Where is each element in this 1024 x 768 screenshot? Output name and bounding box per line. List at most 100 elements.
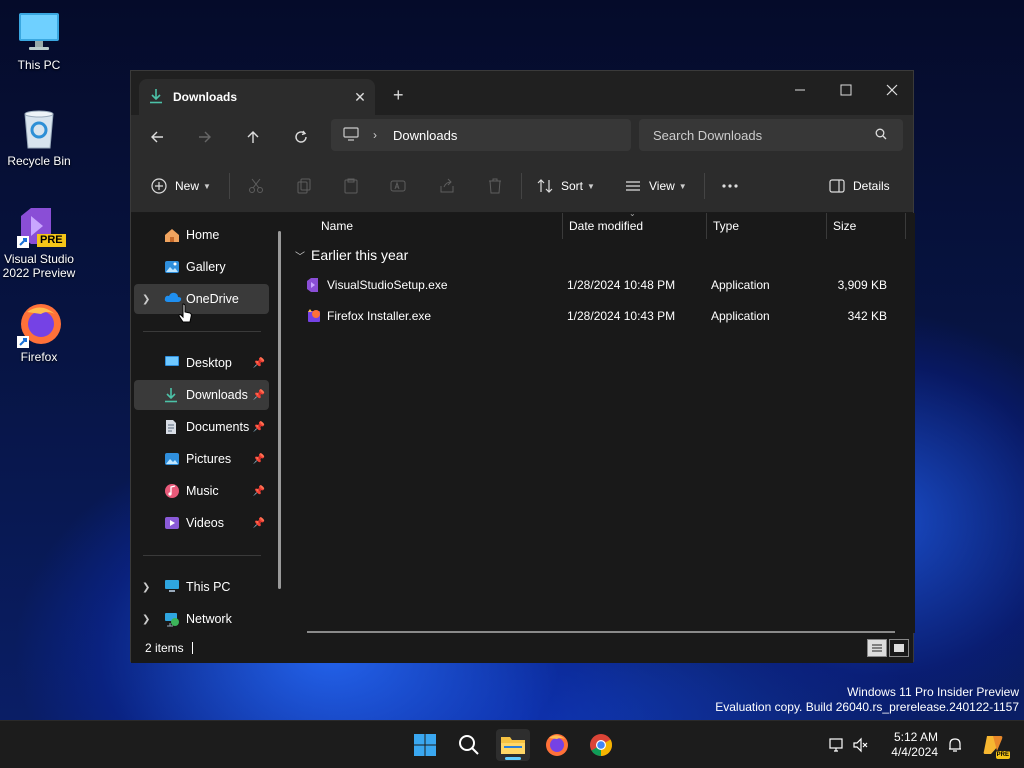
column-header-size[interactable]: Size [827, 213, 905, 239]
details-pane-button[interactable]: Details [829, 171, 890, 201]
new-label: New [175, 179, 200, 193]
network-icon [164, 611, 182, 627]
chrome-icon [590, 734, 612, 756]
chrome-taskbar-button[interactable] [584, 729, 618, 761]
pin-icon[interactable]: 📌 [253, 486, 265, 497]
taskbar: 5:12 AM 4/4/2024 PRE [0, 720, 1024, 768]
network-tray-button[interactable] [826, 729, 848, 761]
new-button[interactable]: New ▼ [151, 171, 211, 201]
sidebar-item-documents[interactable]: Documents 📌 [134, 412, 269, 442]
item-count: 2 items [145, 641, 184, 655]
copy-button[interactable] [296, 171, 312, 201]
column-header-name[interactable]: Name [315, 213, 561, 239]
search-box[interactable] [639, 119, 903, 151]
chevron-right-icon[interactable]: ❯ [142, 614, 150, 625]
sidebar-item-desktop[interactable]: Desktop 📌 [134, 348, 269, 378]
sidebar-item-pictures[interactable]: Pictures 📌 [134, 444, 269, 474]
sidebar-item-onedrive[interactable]: ❯ OneDrive [134, 284, 269, 314]
new-tab-button[interactable]: + [393, 85, 404, 106]
file-row[interactable]: Firefox Installer.exe 1/28/2024 10:43 PM… [301, 302, 901, 330]
file-explorer-window: Downloads ✕ + › Downloads Search Downloa… [130, 70, 915, 663]
monitor-icon[interactable] [343, 126, 359, 144]
sort-button[interactable]: Sort ▼ [537, 171, 595, 201]
pin-icon[interactable]: 📌 [253, 422, 265, 433]
file-row[interactable]: VisualStudioSetup.exe 1/28/2024 10:48 PM… [301, 271, 901, 299]
sidebar-item-label: Videos [186, 516, 224, 530]
share-button[interactable] [439, 171, 455, 201]
back-button[interactable] [141, 123, 173, 151]
address-bar[interactable]: › Downloads [331, 119, 631, 151]
up-button[interactable] [237, 123, 269, 151]
close-button[interactable] [869, 75, 915, 105]
more-options-button[interactable] [721, 171, 739, 201]
search-icon [875, 128, 903, 143]
details-view-button[interactable] [867, 639, 887, 657]
sidebar-item-label: Home [186, 228, 220, 242]
breadcrumb-downloads[interactable]: Downloads [393, 128, 457, 143]
active-indicator [505, 757, 521, 760]
sidebar-item-downloads[interactable]: Downloads 📌 [134, 380, 269, 410]
pin-icon[interactable]: 📌 [253, 454, 265, 465]
monitor-icon [17, 10, 61, 54]
desktop-icon-this-pc[interactable]: This PC [1, 10, 77, 72]
status-bar: 2 items [131, 633, 913, 663]
tab-downloads[interactable]: Downloads ✕ [139, 79, 375, 115]
sort-indicator-icon: ⌄ [629, 209, 636, 218]
desktop-icon-label: Recycle Bin [7, 154, 71, 168]
notifications-button[interactable] [944, 729, 966, 761]
refresh-button[interactable] [285, 123, 317, 151]
copilot-button[interactable]: PRE [976, 729, 1010, 761]
sidebar-item-this-pc[interactable]: ❯ This PC [134, 572, 269, 602]
address-row: › Downloads [131, 115, 913, 159]
chevron-down-icon[interactable]: ﹀ [295, 248, 305, 263]
desktop-icon-visual-studio[interactable]: PRE Visual Studio 2022 Preview [1, 204, 77, 280]
search-input[interactable] [653, 127, 875, 143]
clock[interactable]: 5:12 AM 4/4/2024 [884, 730, 938, 760]
details-label: Details [853, 179, 890, 193]
tiles-view-button[interactable] [889, 639, 909, 657]
download-icon [149, 88, 163, 107]
maximize-button[interactable] [823, 75, 869, 105]
pin-icon[interactable]: 📌 [253, 390, 265, 401]
sidebar-item-music[interactable]: Music 📌 [134, 476, 269, 506]
pre-badge: PRE [37, 234, 66, 247]
sidebar-item-gallery[interactable]: Gallery [134, 252, 269, 282]
file-explorer-taskbar-button[interactable] [496, 729, 530, 761]
pictures-icon [164, 451, 182, 467]
view-button[interactable]: View ▼ [625, 171, 687, 201]
windows-logo-icon [414, 734, 436, 756]
sidebar-item-home[interactable]: Home [134, 220, 269, 250]
cut-button[interactable] [248, 171, 264, 201]
pre-badge: PRE [995, 751, 1010, 759]
rename-button[interactable] [390, 171, 406, 201]
sidebar-scrollbar[interactable] [278, 231, 281, 589]
desktop-icon-recycle-bin[interactable]: Recycle Bin [1, 106, 77, 168]
navigation-pane: Home Gallery ❯ OneDrive Desktop 📌 Downlo… [131, 213, 289, 633]
search-button[interactable] [452, 729, 486, 761]
forward-button[interactable] [189, 123, 221, 151]
divider [704, 173, 705, 199]
pin-icon[interactable]: 📌 [253, 518, 265, 529]
chevron-right-icon[interactable]: ❯ [142, 582, 150, 593]
start-button[interactable] [408, 729, 442, 761]
sidebar-item-videos[interactable]: Videos 📌 [134, 508, 269, 538]
pin-icon[interactable]: 📌 [253, 358, 265, 369]
desktop-icon-firefox[interactable]: Firefox [1, 302, 77, 364]
refresh-icon [295, 130, 307, 143]
minimize-button[interactable] [777, 75, 823, 105]
firefox-icon [17, 302, 61, 348]
tab-close-icon[interactable]: ✕ [345, 89, 375, 106]
volume-tray-button[interactable] [850, 729, 872, 761]
firefox-taskbar-button[interactable] [540, 729, 574, 761]
sidebar-item-network[interactable]: ❯ Network [134, 604, 269, 634]
delete-button[interactable] [487, 171, 503, 201]
file-type: Application [711, 278, 770, 292]
chevron-right-icon[interactable]: ❯ [142, 294, 150, 305]
group-header[interactable]: ﹀ Earlier this year [295, 247, 408, 263]
folder-icon [501, 737, 525, 754]
chevron-right-icon[interactable]: › [373, 128, 377, 142]
document-icon [164, 419, 182, 435]
details-view-icon [872, 644, 882, 652]
column-header-type[interactable]: Type [707, 213, 825, 239]
paste-button[interactable] [343, 171, 359, 201]
